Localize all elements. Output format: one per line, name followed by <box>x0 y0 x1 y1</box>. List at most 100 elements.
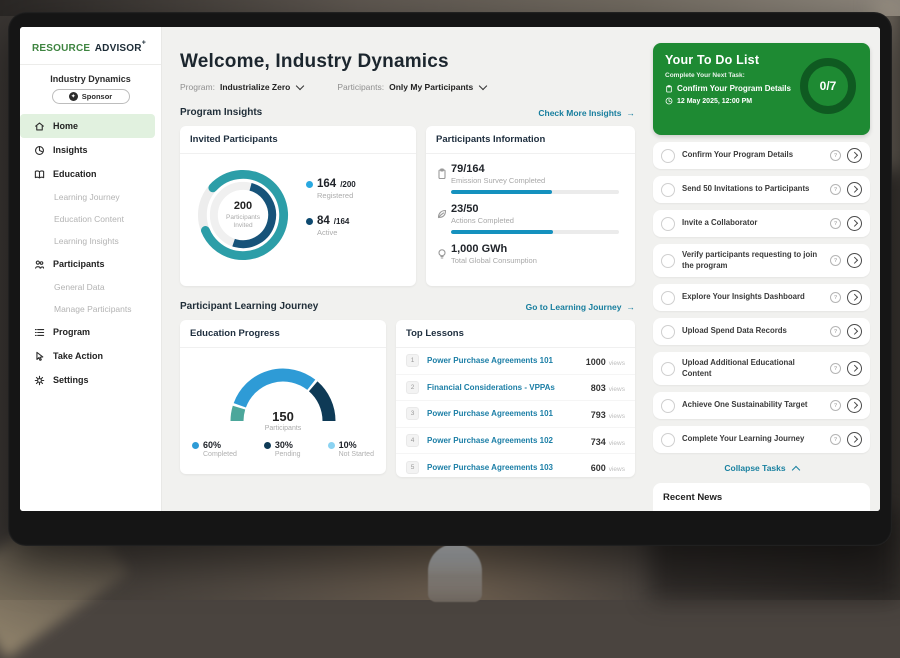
home-icon <box>34 121 45 132</box>
participants-information-card: Participants Information 79/164 Emission… <box>426 126 635 286</box>
legend-item-completed: 60% Completed <box>192 440 237 458</box>
chevron-right-icon[interactable] <box>847 361 862 376</box>
legend-dot <box>264 442 271 449</box>
legend-item-not-started: 10% Not Started <box>328 440 374 458</box>
task-checkbox[interactable] <box>661 183 675 197</box>
task-row-invite-collaborator[interactable]: Invite a Collaborator ? <box>653 210 870 237</box>
chevron-right-icon[interactable] <box>847 324 862 339</box>
task-row-confirm-program[interactable]: Confirm Your Program Details ? <box>653 142 870 169</box>
program-filter[interactable]: Program: Industrialize Zero <box>180 82 303 92</box>
insights-icon <box>34 145 45 156</box>
sidebar-item-take-action[interactable]: Take Action <box>20 344 161 368</box>
task-row-complete-learning-journey[interactable]: Complete Your Learning Journey ? <box>653 426 870 453</box>
education-progress-gauge: 150 Participants <box>213 358 353 430</box>
stat-emission-survey: 79/164 Emission Survey Completed <box>426 154 635 194</box>
legend-dot <box>306 181 313 188</box>
sidebar-item-general-data[interactable]: General Data <box>20 276 161 298</box>
participants-icon <box>34 259 45 270</box>
monitor-stand <box>428 544 482 602</box>
top-lessons-card: Top Lessons 1 Power Purchase Agreements … <box>396 320 635 477</box>
check-more-insights-link[interactable]: Check More Insights → <box>538 108 635 118</box>
legend-item-active: 84/164 Active <box>306 215 356 237</box>
actions-icon <box>436 207 451 234</box>
lesson-link[interactable]: Power Purchase Agreements 102 <box>427 436 591 445</box>
chevron-right-icon[interactable] <box>847 253 862 268</box>
program-filter-label: Program: <box>180 82 215 92</box>
info-icon[interactable]: ? <box>830 292 841 303</box>
info-icon[interactable]: ? <box>830 184 841 195</box>
program-icon <box>34 327 45 338</box>
lesson-link[interactable]: Power Purchase Agreements 103 <box>427 463 591 472</box>
arrow-right-icon: → <box>627 302 636 312</box>
invited-participants-title: Invited Participants <box>180 126 416 154</box>
sidebar-item-participants[interactable]: Participants <box>20 252 161 276</box>
rank-badge: 5 <box>406 461 419 474</box>
logo-plus: + <box>142 40 146 47</box>
invited-total-label: Participants Invited <box>217 214 269 231</box>
go-to-learning-journey-link[interactable]: Go to Learning Journey → <box>526 302 635 312</box>
task-checkbox[interactable] <box>661 399 675 413</box>
chevron-right-icon[interactable] <box>847 398 862 413</box>
sidebar-item-program[interactable]: Program <box>20 320 161 344</box>
task-checkbox[interactable] <box>661 291 675 305</box>
task-row-verify-participants[interactable]: Verify participants requesting to join t… <box>653 244 870 277</box>
task-checkbox[interactable] <box>661 149 675 163</box>
task-row-upload-educational-content[interactable]: Upload Additional Educational Content ? <box>653 352 870 385</box>
info-icon[interactable]: ? <box>830 255 841 266</box>
progress-bar <box>451 230 619 234</box>
info-icon[interactable]: ? <box>830 434 841 445</box>
recent-news-title: Recent News <box>663 492 860 503</box>
participants-filter[interactable]: Participants: Only My Participants <box>337 82 486 92</box>
sidebar-item-education-content[interactable]: Education Content <box>20 208 161 230</box>
stat-global-consumption: 1,000 GWh Total Global Consumption <box>426 234 635 265</box>
chevron-down-icon <box>479 82 487 90</box>
todo-next-task: Confirm Your Program Details <box>677 84 791 93</box>
task-checkbox[interactable] <box>661 254 675 268</box>
sidebar-item-learning-journey[interactable]: Learning Journey <box>20 186 161 208</box>
monitor-bezel: RESOURCE ADVISOR+ Industry Dynamics ✦ Sp… <box>8 12 892 546</box>
legend-item-pending: 30% Pending <box>264 440 301 458</box>
chevron-right-icon[interactable] <box>847 290 862 305</box>
sidebar-item-learning-insights[interactable]: Learning Insights <box>20 230 161 252</box>
task-row-explore-insights[interactable]: Explore Your Insights Dashboard ? <box>653 284 870 311</box>
lesson-link[interactable]: Power Purchase Agreements 101 <box>427 356 586 365</box>
chevron-right-icon[interactable] <box>847 148 862 163</box>
info-icon[interactable]: ? <box>830 326 841 337</box>
arrow-right-icon: → <box>627 108 636 118</box>
sidebar-item-home[interactable]: Home <box>20 114 155 138</box>
sidebar-item-education[interactable]: Education <box>20 162 161 186</box>
task-row-achieve-sustainability-target[interactable]: Achieve One Sustainability Target ? <box>653 392 870 419</box>
bulb-icon <box>436 247 451 265</box>
todo-summary-card: Your To Do List Complete Your Next Task:… <box>653 43 870 135</box>
lesson-row: 3 Power Purchase Agreements 101 793views <box>396 401 635 428</box>
legend-dot <box>328 442 335 449</box>
info-icon[interactable]: ? <box>830 363 841 374</box>
education-total: 150 <box>213 409 353 424</box>
task-checkbox[interactable] <box>661 325 675 339</box>
resource-advisor-logo: RESOURCE ADVISOR+ <box>20 27 161 65</box>
chevron-right-icon[interactable] <box>847 182 862 197</box>
todo-panel: Your To Do List Complete Your Next Task:… <box>649 27 880 511</box>
page-title: Welcome, Industry Dynamics <box>180 51 635 73</box>
sidebar-item-settings[interactable]: Settings <box>20 368 161 392</box>
task-checkbox[interactable] <box>661 362 675 376</box>
task-row-send-invitations[interactable]: Send 50 Invitations to Participants ? <box>653 176 870 203</box>
task-row-upload-spend-data[interactable]: Upload Spend Data Records ? <box>653 318 870 345</box>
sidebar-item-insights[interactable]: Insights <box>20 138 161 162</box>
logo-primary: RESOURCE <box>32 43 90 54</box>
task-checkbox[interactable] <box>661 433 675 447</box>
collapse-tasks-link[interactable]: Collapse Tasks <box>653 463 870 473</box>
info-icon[interactable]: ? <box>830 400 841 411</box>
sidebar-item-manage-participants[interactable]: Manage Participants <box>20 298 161 320</box>
info-icon[interactable]: ? <box>830 150 841 161</box>
chevron-right-icon[interactable] <box>847 432 862 447</box>
info-icon[interactable]: ? <box>830 218 841 229</box>
legend-item-registered: 164/200 Registered <box>306 178 356 200</box>
education-progress-card: Education Progress 150 Participants <box>180 320 386 474</box>
sidebar: RESOURCE ADVISOR+ Industry Dynamics ✦ Sp… <box>20 27 162 511</box>
task-checkbox[interactable] <box>661 217 675 231</box>
chevron-up-icon <box>791 465 799 473</box>
lesson-link[interactable]: Power Purchase Agreements 101 <box>427 409 591 418</box>
chevron-right-icon[interactable] <box>847 216 862 231</box>
lesson-link[interactable]: Financial Considerations - VPPAs <box>427 383 591 392</box>
